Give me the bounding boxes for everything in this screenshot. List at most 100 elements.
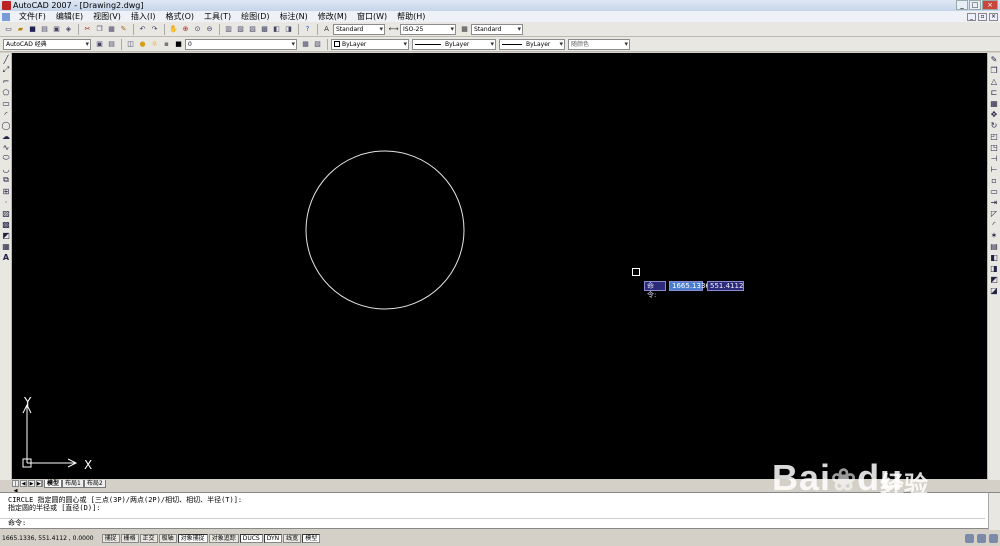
- make-object-layer-current-icon[interactable]: ▦: [300, 39, 311, 50]
- polar-toggle[interactable]: 极轴: [158, 533, 177, 543]
- chamfer-icon[interactable]: ◸: [989, 208, 999, 218]
- join-icon[interactable]: ⇥: [989, 197, 999, 207]
- close-button[interactable]: ×: [982, 0, 998, 10]
- bring-to-front-icon[interactable]: ◧: [989, 252, 999, 262]
- table-style-select[interactable]: Standard: [471, 23, 523, 35]
- workspace-select[interactable]: AutoCAD 经典: [3, 38, 91, 50]
- tab-model[interactable]: 模型: [44, 479, 63, 488]
- point-icon[interactable]: ·: [1, 197, 11, 207]
- doc-close-button[interactable]: ×: [989, 12, 998, 21]
- zoom-window-icon[interactable]: ⊙: [192, 24, 203, 35]
- menu-dimension[interactable]: 标注(N): [275, 11, 313, 22]
- circle-icon[interactable]: ◯: [1, 120, 11, 130]
- match-properties-icon[interactable]: ✎: [118, 24, 129, 35]
- dyn-toggle[interactable]: DYN: [263, 533, 283, 543]
- menu-insert[interactable]: 插入(I): [126, 11, 161, 22]
- dynamic-input-x-field[interactable]: 1665.1336: [669, 281, 710, 291]
- plot-style-select[interactable]: 随颜色: [568, 38, 630, 50]
- menu-file[interactable]: 文件(F): [14, 11, 51, 22]
- break-at-point-icon[interactable]: ▫: [989, 175, 999, 185]
- pan-icon[interactable]: ✋: [168, 24, 179, 35]
- lock-toolbar-icon[interactable]: [977, 533, 986, 543]
- erase-icon[interactable]: ✎: [989, 54, 999, 64]
- menu-view[interactable]: 视图(V): [88, 11, 126, 22]
- undo-icon[interactable]: ↶: [137, 24, 148, 35]
- layer-previous-icon[interactable]: ▧: [312, 39, 323, 50]
- fillet-icon[interactable]: ◜: [989, 219, 999, 229]
- drawing-area[interactable]: Y X 命令: 1665.1336 551.4112: [12, 53, 987, 479]
- command-input[interactable]: 命令:: [0, 518, 985, 528]
- make-block-icon[interactable]: ⊞: [1, 186, 11, 196]
- menu-help[interactable]: 帮助(H): [392, 11, 430, 22]
- send-under-icon[interactable]: ◪: [989, 285, 999, 295]
- linetype-select[interactable]: ByLayer: [412, 38, 496, 50]
- revision-cloud-icon[interactable]: ☁: [1, 131, 11, 141]
- dim-style-select[interactable]: ISO-25: [400, 23, 456, 35]
- extend-icon[interactable]: ⊢: [989, 164, 999, 174]
- bring-above-icon[interactable]: ◩: [989, 274, 999, 284]
- workspace-save-icon[interactable]: ▤: [106, 39, 117, 50]
- coordinate-readout[interactable]: 1665.1336, 551.4112 , 0.0000: [2, 535, 94, 542]
- mirror-icon[interactable]: △: [989, 76, 999, 86]
- array-icon[interactable]: ▦: [989, 98, 999, 108]
- move-icon[interactable]: ✥: [989, 109, 999, 119]
- design-center-icon[interactable]: ▧: [235, 24, 246, 35]
- color-select[interactable]: ByLayer: [331, 38, 409, 50]
- send-to-back-icon[interactable]: ◨: [989, 263, 999, 273]
- menu-draw[interactable]: 绘图(D): [236, 11, 274, 22]
- menu-tools[interactable]: 工具(T): [199, 11, 236, 22]
- hatch-icon[interactable]: ▨: [1, 208, 11, 218]
- drawn-circle[interactable]: [305, 150, 465, 310]
- menu-format[interactable]: 格式(O): [160, 11, 199, 22]
- rectangle-icon[interactable]: ▭: [1, 98, 11, 108]
- communication-center-icon[interactable]: [965, 533, 974, 543]
- stretch-icon[interactable]: ◳: [989, 142, 999, 152]
- insert-block-icon[interactable]: ⧉: [1, 175, 11, 185]
- layer-manager-icon[interactable]: ◫: [125, 39, 136, 50]
- command-scrollbar[interactable]: [988, 493, 1000, 530]
- explode-icon[interactable]: ✶: [989, 230, 999, 240]
- doc-restore-button[interactable]: ▫: [978, 12, 987, 21]
- document-icon[interactable]: [2, 12, 10, 21]
- ellipse-arc-icon[interactable]: ◡: [1, 164, 11, 174]
- tab-last-button[interactable]: ▶|: [36, 480, 43, 487]
- tool-palettes-icon[interactable]: ▨: [247, 24, 258, 35]
- doc-minimize-button[interactable]: _: [967, 12, 976, 21]
- copy-object-icon[interactable]: ❐: [989, 65, 999, 75]
- tab-first-button[interactable]: |◀: [12, 480, 19, 494]
- lineweight-toggle[interactable]: 线宽: [283, 533, 302, 543]
- maximize-button[interactable]: □: [969, 0, 981, 10]
- arc-icon[interactable]: ◜: [1, 109, 11, 119]
- ellipse-icon[interactable]: ⬭: [1, 153, 11, 163]
- menu-window[interactable]: 窗口(W): [352, 11, 392, 22]
- multiline-text-icon[interactable]: A: [1, 252, 11, 262]
- spline-icon[interactable]: ∿: [1, 142, 11, 152]
- table-icon[interactable]: ▦: [1, 241, 11, 251]
- help-icon[interactable]: ?: [302, 24, 313, 35]
- tab-prev-button[interactable]: ◀: [20, 480, 27, 487]
- region-icon[interactable]: ◩: [1, 230, 11, 240]
- polyline-icon[interactable]: ⌐: [1, 76, 11, 86]
- line-icon[interactable]: ╱: [1, 54, 11, 64]
- calculator-icon[interactable]: ◨: [283, 24, 294, 35]
- cut-icon[interactable]: ✂: [82, 24, 93, 35]
- print-preview-icon[interactable]: ▣: [51, 24, 62, 35]
- tab-next-button[interactable]: ▶: [28, 480, 35, 487]
- paste-icon[interactable]: ▦: [106, 24, 117, 35]
- layer-thaw-sun-icon[interactable]: ☼: [149, 39, 160, 50]
- trim-icon[interactable]: ⊣: [989, 153, 999, 163]
- copy-icon[interactable]: ❐: [94, 24, 105, 35]
- grid-toggle[interactable]: 栅格: [120, 533, 139, 543]
- model-toggle[interactable]: 模型: [302, 533, 321, 543]
- draw-order-icon[interactable]: ▤: [989, 241, 999, 251]
- zoom-previous-icon[interactable]: ⊖: [204, 24, 215, 35]
- properties-icon[interactable]: ▥: [223, 24, 234, 35]
- break-icon[interactable]: ▭: [989, 186, 999, 196]
- open-file-icon[interactable]: ▰: [15, 24, 26, 35]
- layer-select[interactable]: 0: [185, 38, 297, 50]
- text-style-select[interactable]: Standard: [333, 23, 385, 35]
- dynamic-input-y-field[interactable]: 551.4112: [707, 281, 744, 291]
- ducs-toggle[interactable]: DUCS: [239, 533, 263, 543]
- tab-layout2[interactable]: 布局2: [83, 479, 106, 488]
- ortho-toggle[interactable]: 正交: [139, 533, 158, 543]
